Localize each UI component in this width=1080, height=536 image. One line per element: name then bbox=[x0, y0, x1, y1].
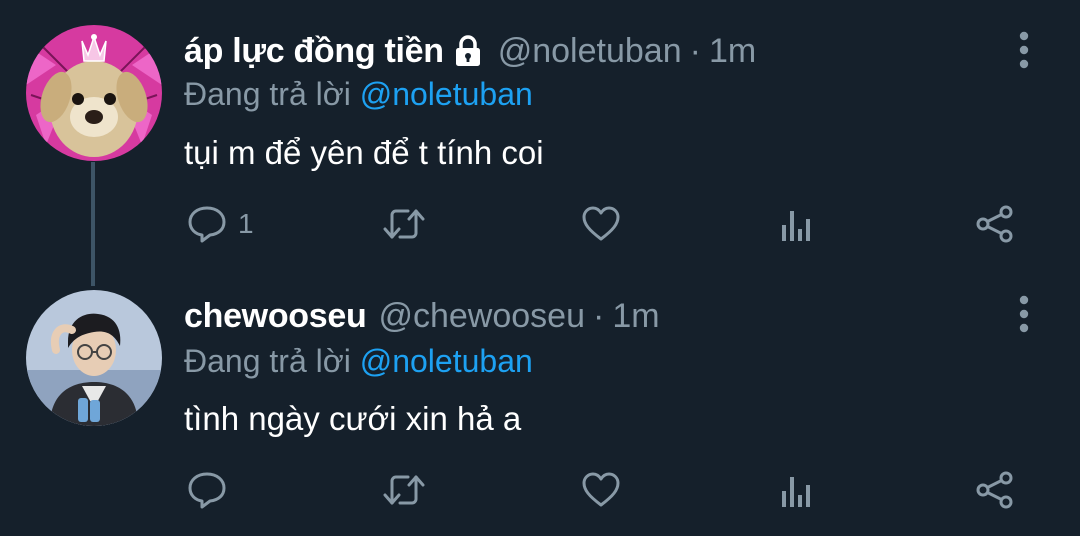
share-button[interactable] bbox=[974, 468, 1016, 512]
tweet[interactable]: chewooseu @chewooseu · 1m Đang trả lời @… bbox=[0, 270, 1080, 536]
reply-button[interactable] bbox=[186, 468, 238, 512]
user-handle[interactable]: @chewooseu bbox=[378, 297, 585, 336]
reply-button[interactable]: 1 bbox=[186, 202, 254, 246]
tweet[interactable]: áp lực đồng tiền @noletuban · 1m Đang tr… bbox=[0, 0, 1080, 270]
like-button[interactable] bbox=[580, 202, 622, 246]
more-options-icon[interactable] bbox=[1014, 30, 1034, 70]
analytics-icon bbox=[782, 211, 810, 241]
retweet-icon bbox=[383, 475, 425, 505]
retweet-button[interactable] bbox=[382, 202, 426, 246]
analytics-icon bbox=[782, 477, 810, 507]
heart-icon bbox=[582, 206, 620, 241]
tweet-header: chewooseu @chewooseu · 1m bbox=[184, 295, 660, 337]
user-handle[interactable]: @noletuban bbox=[498, 32, 682, 71]
timestamp[interactable]: 1m bbox=[709, 32, 756, 71]
replying-prefix: Đang trả lời bbox=[184, 343, 351, 379]
reply-icon bbox=[188, 472, 226, 509]
tweet-text: tụi m để yên để t tính coi bbox=[184, 134, 544, 171]
replying-mention-link[interactable]: @noletuban bbox=[360, 76, 533, 112]
display-name[interactable]: áp lực đồng tiền bbox=[184, 32, 444, 71]
more-options-icon[interactable] bbox=[1014, 294, 1034, 334]
separator-dot: · bbox=[689, 31, 701, 70]
like-button[interactable] bbox=[580, 468, 622, 512]
avatar[interactable] bbox=[26, 25, 162, 161]
tweet-actions: 1 bbox=[0, 202, 1080, 246]
replying-prefix: Đang trả lời bbox=[184, 76, 351, 112]
analytics-button[interactable] bbox=[780, 202, 816, 246]
heart-icon bbox=[582, 472, 620, 507]
timestamp[interactable]: 1m bbox=[612, 297, 659, 336]
avatar[interactable] bbox=[26, 290, 162, 426]
tweet-text: tình ngày cưới xin hả a bbox=[184, 400, 522, 437]
reply-icon bbox=[188, 206, 226, 243]
share-icon bbox=[976, 471, 1013, 509]
person-avatar-icon bbox=[26, 290, 162, 426]
tweet-actions bbox=[0, 468, 1080, 512]
display-name[interactable]: chewooseu bbox=[184, 297, 367, 336]
separator-dot: · bbox=[593, 296, 605, 335]
share-button[interactable] bbox=[974, 202, 1016, 246]
tweet-header: áp lực đồng tiền @noletuban · 1m bbox=[184, 30, 756, 72]
reply-count: 1 bbox=[238, 208, 254, 239]
lock-icon bbox=[454, 35, 482, 67]
replying-to: Đang trả lời @noletuban bbox=[184, 343, 533, 380]
share-icon bbox=[976, 205, 1013, 243]
replying-mention-link[interactable]: @noletuban bbox=[360, 343, 533, 379]
retweet-icon bbox=[383, 209, 425, 239]
puppy-avatar-icon bbox=[26, 25, 162, 161]
analytics-button[interactable] bbox=[780, 468, 816, 512]
retweet-button[interactable] bbox=[382, 468, 426, 512]
replying-to: Đang trả lời @noletuban bbox=[184, 76, 533, 113]
